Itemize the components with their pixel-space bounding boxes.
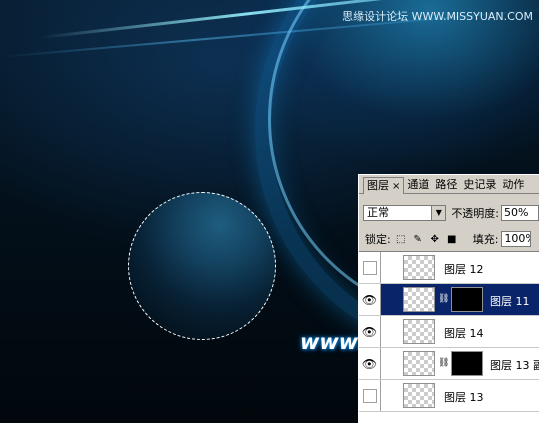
tab-actions[interactable]: 动作 [499, 177, 527, 193]
fill-input[interactable]: 100% [501, 231, 532, 247]
tab-history[interactable]: 史记录 [460, 177, 499, 193]
panel-tab-bar: 图层 × 通道 路径 史记录 动作 [359, 175, 539, 194]
layer-row[interactable]: 👁 ⛓ 图层 13 副 [359, 348, 539, 380]
brush-lock-icon[interactable]: ✎ [411, 234, 425, 245]
layer-name: 图层 13 [444, 391, 484, 404]
layer-row-selected[interactable]: 👁 ⛓ 图层 11 [359, 284, 539, 316]
padlock-icon[interactable]: ■ [445, 234, 459, 245]
layer-name: 图层 11 [490, 295, 530, 308]
eye-icon: 👁 [361, 324, 378, 339]
layer-name: 图层 12 [444, 263, 484, 276]
layer-row[interactable]: 图层 13 [359, 380, 539, 412]
layer-row[interactable]: 图层 12 [359, 252, 539, 284]
transparency-lock-icon[interactable]: ⬚ [394, 234, 408, 245]
blend-mode-select[interactable]: 正常 ▼ [363, 205, 447, 221]
hidden-box-icon [362, 388, 377, 403]
chain-link-icon[interactable]: ⛓ [438, 358, 449, 368]
eye-icon: 👁 [361, 292, 378, 307]
layer-thumbnail [403, 383, 435, 408]
visibility-toggle[interactable] [359, 252, 381, 283]
layer-name: 图层 14 [444, 327, 484, 340]
lock-row: 锁定: ⬚ ✎ ✥ ■ 填充: 100% [365, 231, 539, 247]
hidden-box-icon [362, 260, 377, 275]
visibility-toggle[interactable]: 👁 [359, 316, 381, 347]
chain-link-icon[interactable]: ⛓ [438, 294, 449, 304]
close-icon[interactable]: × [392, 181, 400, 192]
layer-thumbnail [403, 351, 435, 376]
mask-thumbnail [451, 287, 483, 312]
layer-thumbnail [403, 319, 435, 344]
tab-layers-label: 图层 [367, 179, 389, 192]
lock-label: 锁定: [365, 233, 391, 246]
layers-panel: 图层 × 通道 路径 史记录 动作 正常 ▼ 不透明度: 50% 锁定: ⬚ ✎ … [358, 174, 539, 423]
blend-row: 正常 ▼ 不透明度: 50% [363, 204, 539, 222]
tab-layers[interactable]: 图层 × [363, 177, 405, 194]
eye-icon: 👁 [361, 356, 378, 371]
opacity-input[interactable]: 50% [501, 205, 539, 221]
watermark-site-top: 思缘设计论坛 WWW.MISSYUAN.COM [342, 10, 533, 23]
visibility-toggle[interactable] [359, 380, 381, 411]
layer-row[interactable]: 👁 图层 14 [359, 316, 539, 348]
visibility-toggle[interactable]: 👁 [359, 284, 381, 315]
mask-thumbnail [451, 351, 483, 376]
visibility-toggle[interactable]: 👁 [359, 348, 381, 379]
chevron-down-icon[interactable]: ▼ [431, 206, 446, 220]
layer-name: 图层 13 副 [490, 359, 539, 372]
fill-label: 填充: [472, 233, 499, 246]
opacity-label: 不透明度: [451, 207, 500, 220]
layer-thumbnail [403, 255, 435, 280]
marquee-selection[interactable] [128, 192, 276, 340]
tab-channels[interactable]: 通道 [404, 177, 432, 193]
move-lock-icon[interactable]: ✥ [428, 234, 442, 245]
layer-thumbnail [403, 287, 435, 312]
layer-list: 图层 12 👁 ⛓ 图层 11 👁 图层 14 👁 ⛓ 图层 13 副 图层 1… [359, 251, 539, 423]
blend-mode-value: 正常 [367, 206, 389, 219]
tab-paths[interactable]: 路径 [432, 177, 460, 193]
